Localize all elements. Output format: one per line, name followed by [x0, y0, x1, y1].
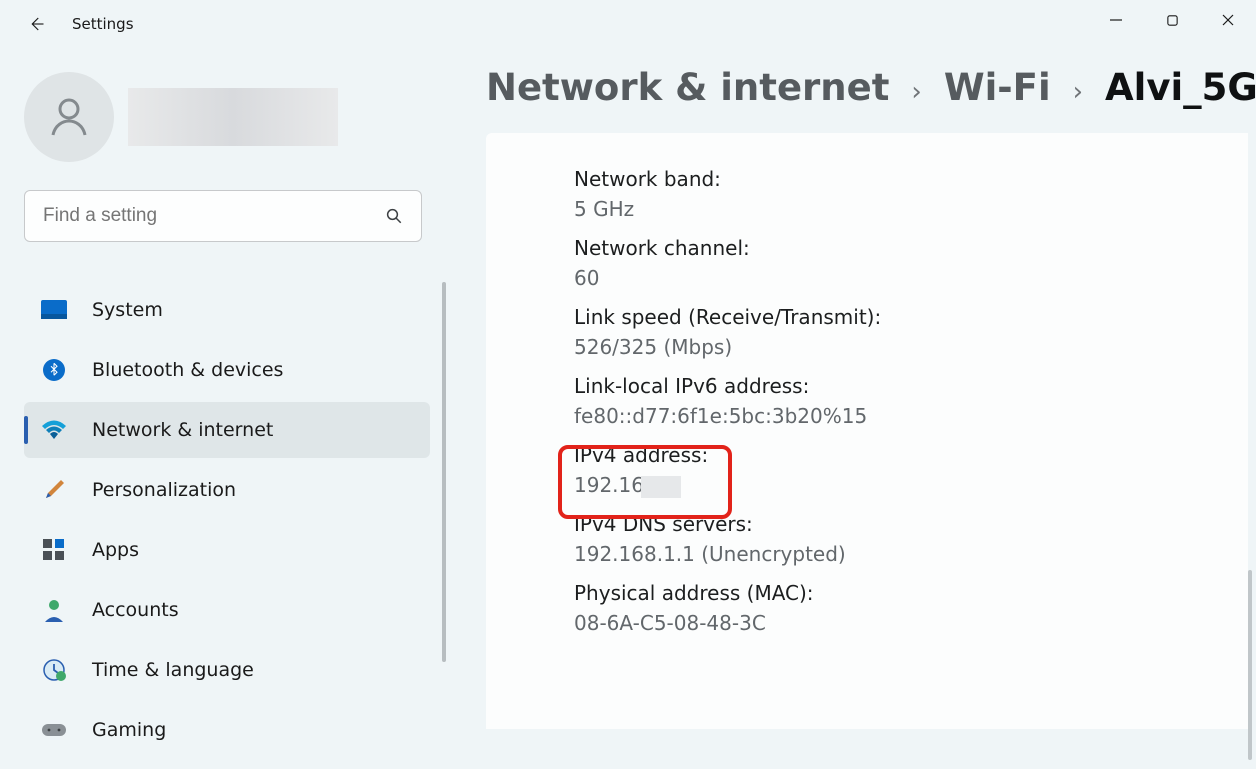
sidebar-item-label: Network & internet: [92, 419, 273, 441]
ipv4-redacted: [641, 476, 681, 498]
sidebar-item-label: Apps: [92, 539, 139, 561]
wifi-icon: [40, 416, 68, 444]
details-card: Network band: 5 GHz Network channel: 60 …: [486, 133, 1248, 729]
sidebar-item-label: Gaming: [92, 719, 166, 741]
chevron-right-icon: ›: [911, 77, 921, 107]
detail-value: 192.168.1.1 (Unencrypted): [574, 540, 1248, 568]
system-icon: [40, 296, 68, 324]
detail-network-band: Network band: 5 GHz: [574, 165, 1248, 223]
close-icon: [1221, 13, 1235, 27]
detail-label: Link-local IPv6 address:: [574, 372, 1248, 400]
sidebar-item-bluetooth[interactable]: Bluetooth & devices: [24, 342, 430, 398]
search-icon: [385, 207, 403, 225]
detail-value: 60: [574, 264, 1248, 292]
detail-label: Network band:: [574, 165, 1248, 193]
ipv4-prefix: 192.16: [574, 473, 644, 497]
sidebar-item-apps[interactable]: Apps: [24, 522, 430, 578]
arrow-left-icon: [27, 15, 45, 33]
detail-value: 08-6A-C5-08-48-3C: [574, 609, 1248, 637]
search-input[interactable]: [43, 205, 385, 227]
window-controls: [1088, 0, 1256, 40]
breadcrumb-current: Alvi_5G: [1105, 66, 1256, 109]
detail-mac: Physical address (MAC): 08-6A-C5-08-48-3…: [574, 579, 1248, 637]
close-button[interactable]: [1200, 0, 1256, 40]
sidebar-item-label: Personalization: [92, 479, 236, 501]
detail-value: fe80::d77:6f1e:5bc:3b20%15: [574, 402, 1248, 430]
search-box[interactable]: [24, 190, 422, 242]
detail-label: Physical address (MAC):: [574, 579, 1248, 607]
main-scrollbar[interactable]: [1248, 570, 1252, 760]
accounts-icon: [40, 596, 68, 624]
user-row: [24, 72, 440, 162]
sidebar-item-gaming[interactable]: Gaming: [24, 702, 430, 758]
sidebar-item-personalization[interactable]: Personalization: [24, 462, 430, 518]
breadcrumb-wifi[interactable]: Wi-Fi: [944, 66, 1051, 109]
detail-network-channel: Network channel: 60: [574, 234, 1248, 292]
detail-ipv6-local: Link-local IPv6 address: fe80::d77:6f1e:…: [574, 372, 1248, 430]
breadcrumb-network[interactable]: Network & internet: [486, 66, 889, 109]
detail-label: IPv4 address:: [574, 441, 1248, 469]
detail-label: Network channel:: [574, 234, 1248, 262]
user-name-redacted: [128, 88, 338, 146]
brush-icon: [40, 476, 68, 504]
chevron-right-icon: ›: [1073, 77, 1083, 107]
sidebar-item-system[interactable]: System: [24, 282, 430, 338]
sidebar-scrollbar[interactable]: [442, 282, 446, 662]
minimize-icon: [1109, 13, 1123, 27]
detail-label: IPv4 DNS servers:: [574, 510, 1248, 538]
nav: System Bluetooth & devices Network & int…: [24, 282, 430, 758]
breadcrumb: Network & internet › Wi-Fi › Alvi_5G: [486, 66, 1248, 109]
gamepad-icon: [40, 716, 68, 744]
detail-ipv4: IPv4 address: 192.16: [574, 441, 1248, 499]
clock-icon: [40, 656, 68, 684]
sidebar-item-label: Accounts: [92, 599, 179, 621]
sidebar-item-time-language[interactable]: Time & language: [24, 642, 430, 698]
detail-value: 5 GHz: [574, 195, 1248, 223]
sidebar-item-label: System: [92, 299, 163, 321]
sidebar-item-label: Bluetooth & devices: [92, 359, 283, 381]
detail-value: 526/325 (Mbps): [574, 333, 1248, 361]
detail-label: Link speed (Receive/Transmit):: [574, 303, 1248, 331]
detail-value: 192.16: [574, 471, 1248, 499]
apps-icon: [40, 536, 68, 564]
maximize-icon: [1166, 14, 1179, 27]
detail-link-speed: Link speed (Receive/Transmit): 526/325 (…: [574, 303, 1248, 361]
sidebar-item-accounts[interactable]: Accounts: [24, 582, 430, 638]
detail-dns: IPv4 DNS servers: 192.168.1.1 (Unencrypt…: [574, 510, 1248, 568]
user-icon: [45, 93, 93, 141]
sidebar-item-label: Time & language: [92, 659, 254, 681]
back-button[interactable]: [16, 4, 56, 44]
sidebar-item-network[interactable]: Network & internet: [24, 402, 430, 458]
sidebar: System Bluetooth & devices Network & int…: [0, 48, 440, 769]
app-title: Settings: [72, 15, 134, 33]
main-pane: Network & internet › Wi-Fi › Alvi_5G Net…: [486, 66, 1248, 729]
minimize-button[interactable]: [1088, 0, 1144, 40]
bluetooth-icon: [40, 356, 68, 384]
titlebar: Settings: [0, 0, 1256, 48]
avatar[interactable]: [24, 72, 114, 162]
maximize-button[interactable]: [1144, 0, 1200, 40]
